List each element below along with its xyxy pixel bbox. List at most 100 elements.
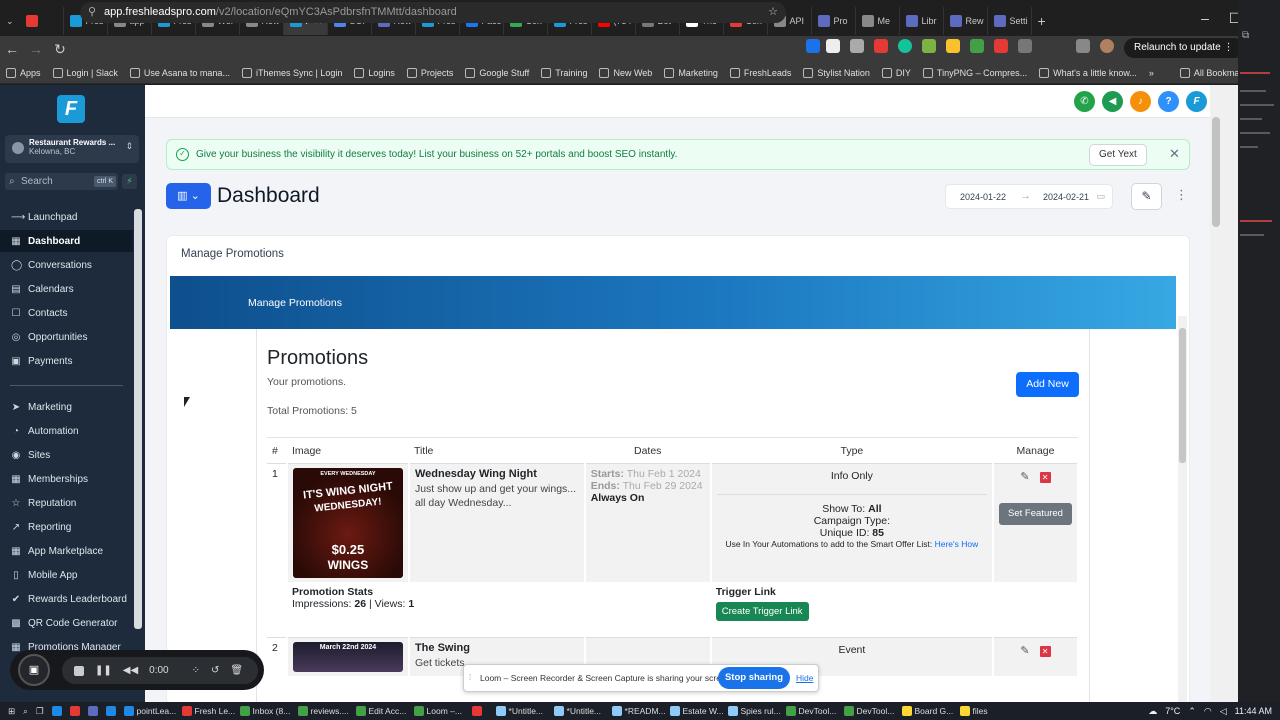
drawing-tools-icon[interactable]: ⁘ [192,665,200,676]
extension-icon[interactable] [970,39,984,53]
bookmark-item[interactable]: FreshLeads [729,67,791,78]
sidebar-item-app-marketplace[interactable]: ▦ App Marketplace [0,540,133,562]
promotion-image[interactable]: EVERY WEDNESDAY IT'S WING NIGHT WEDNESDA… [292,468,403,578]
grammarly-icon[interactable] [898,39,912,53]
extension-icon[interactable] [806,39,820,53]
pause-icon[interactable]: ❚❚ [95,665,112,676]
taskbar-item[interactable]: files [956,706,1014,716]
delete-icon[interactable]: ✕ [1039,472,1051,483]
relaunch-button[interactable]: Relaunch to update ⋮ [1124,38,1244,58]
minimize-icon[interactable]: – [1190,10,1220,26]
sidepanel-icon[interactable] [1076,39,1090,53]
sidebar-item-qr-code-generator[interactable]: ▩ QR Code Generator [0,612,133,634]
taskbar-item[interactable]: *Untitle... [492,706,550,716]
loom-camera-icon[interactable]: ▣ [18,654,50,686]
bookmark-item[interactable]: iThemes Sync | Login [241,67,342,78]
app-icon[interactable] [102,706,120,716]
quick-actions-icon[interactable]: ⚡ [122,174,137,189]
back-icon[interactable]: ← [0,41,24,57]
taskbar-item[interactable]: Estate W... [666,706,724,716]
app-icon[interactable] [84,706,102,716]
sidebar-item-sites[interactable]: ◉ Sites [0,444,133,466]
taskbar-item[interactable]: pointLea... [120,706,178,716]
bookmark-item[interactable]: Use Asana to mana... [129,67,230,78]
edit-icon[interactable]: ✎ [1020,470,1029,483]
search-input[interactable]: ⌕ Search ctrl K [5,173,118,190]
sidebar-item-automation[interactable]: ◔ Automation [0,420,133,442]
bookmark-item[interactable]: Apps [6,67,41,78]
extension-icon[interactable] [874,39,888,53]
sidebar-item-opportunities[interactable]: ◎ Opportunities [0,326,133,348]
notifications-icon[interactable]: ♪ [1130,91,1151,112]
bookmark-item[interactable]: Marketing [664,67,718,78]
taskbar-item[interactable]: Edit Acc... [352,706,410,716]
bookmark-item[interactable]: Google Stuff [465,67,529,78]
browser-tab[interactable]: Pro [812,7,856,35]
sidebar-item-calendars[interactable]: ▤ Calendars [0,278,133,300]
create-trigger-link-button[interactable]: Create Trigger Link [715,602,809,621]
tray-chevron-icon[interactable]: ⌃ [1188,706,1196,717]
forward-icon[interactable]: → [24,41,48,57]
bookmark-item[interactable]: New Web [599,67,652,78]
add-new-button[interactable]: Add New [1016,372,1079,397]
more-options-icon[interactable]: ⋮ [1175,187,1188,203]
hide-link[interactable]: Hide [796,673,813,683]
app-icon[interactable] [48,706,66,716]
wifi-icon[interactable]: ◠ [1204,706,1212,717]
close-icon[interactable]: ✕ [1169,146,1180,162]
extension-icon[interactable] [922,39,936,53]
taskbar-item[interactable]: Inbox (8... [236,706,294,716]
start-icon[interactable]: ⊞ [0,706,19,717]
taskbar-item[interactable]: Spies rul... [724,706,782,716]
sidebar-item-mobile-app[interactable]: ▯ Mobile App [0,564,133,586]
heres-how-link[interactable]: Here's How [935,539,979,549]
rewind-icon[interactable]: ◀◀ [123,665,138,676]
stop-recording-icon[interactable] [74,665,84,676]
browser-tab[interactable]: Me [856,7,900,35]
sidebar-scrollbar[interactable] [134,209,142,629]
stop-sharing-button[interactable]: Stop sharing [718,667,790,689]
help-icon[interactable]: ? [1158,91,1179,112]
taskbar-item[interactable]: reviews.... [294,706,352,716]
taskbar-item[interactable]: *READM... [608,706,666,716]
promotion-image[interactable]: March 22nd 2024 [292,641,403,672]
account-switcher[interactable]: Restaurant Rewards ... Kelowna, BC ⇕ [5,135,139,163]
profile-avatar-icon[interactable] [1100,39,1114,53]
bookmark-item[interactable]: Stylist Nation [803,67,870,78]
edit-icon[interactable]: ✎ [1020,644,1029,657]
extension-icon[interactable] [994,39,1008,53]
sidebar-item-launchpad[interactable]: ⟶ Launchpad [0,206,133,228]
sidebar-item-rewards-leaderboard[interactable]: ✔ Rewards Leaderboard [0,588,133,610]
taskbar-item[interactable]: Fresh Le... [178,706,236,716]
bookmark-star-icon[interactable]: ☆ [768,2,778,23]
devtools-icon[interactable]: ⧉ [1242,30,1249,41]
taskbar-item[interactable]: DevTool... [782,706,840,716]
bookmark-item[interactable]: What's a little know... [1039,67,1137,78]
megaphone-icon[interactable]: ◀ [1102,91,1123,112]
volume-icon[interactable]: ◁ [1220,706,1227,717]
sidebar-item-dashboard[interactable]: ▦ Dashboard [0,230,133,252]
address-bar[interactable]: ⚲ app.freshleadspro.com/v2/location/eQmY… [80,2,786,23]
puzzle-icon[interactable] [1018,39,1032,53]
browser-tab[interactable]: Setti [988,7,1032,35]
sidebar-item-reporting[interactable]: ↗ Reporting [0,516,133,538]
sidebar-item-contacts[interactable]: ☐ Contacts [0,302,133,324]
app-icon[interactable] [66,706,84,716]
reload-icon[interactable]: ↻ [48,41,72,58]
bookmark-item[interactable]: TinyPNG – Compres... [922,67,1027,78]
taskbar-item[interactable] [468,706,492,716]
browser-tab[interactable]: Libr [900,7,944,35]
taskbar-item[interactable]: Board G... [898,706,956,716]
taskbar-item[interactable]: *Untitle... [550,706,608,716]
extension-icon[interactable] [946,39,960,53]
date-range-picker[interactable]: 2024-01-22 → 2024-02-21 ▭ [945,184,1113,209]
browser-tab[interactable] [20,7,64,35]
freshleads-logo[interactable]: F [57,95,85,123]
search-icon[interactable]: ⌕ [19,706,32,717]
site-info-icon[interactable]: ⚲ [88,2,96,23]
page-scrollbar[interactable] [1210,85,1238,702]
delete-icon[interactable]: ✕ [1039,645,1051,657]
camera-icon[interactable] [850,39,864,53]
bookmark-item[interactable]: Logins [354,67,395,78]
frame-scrollbar[interactable] [1178,316,1187,702]
